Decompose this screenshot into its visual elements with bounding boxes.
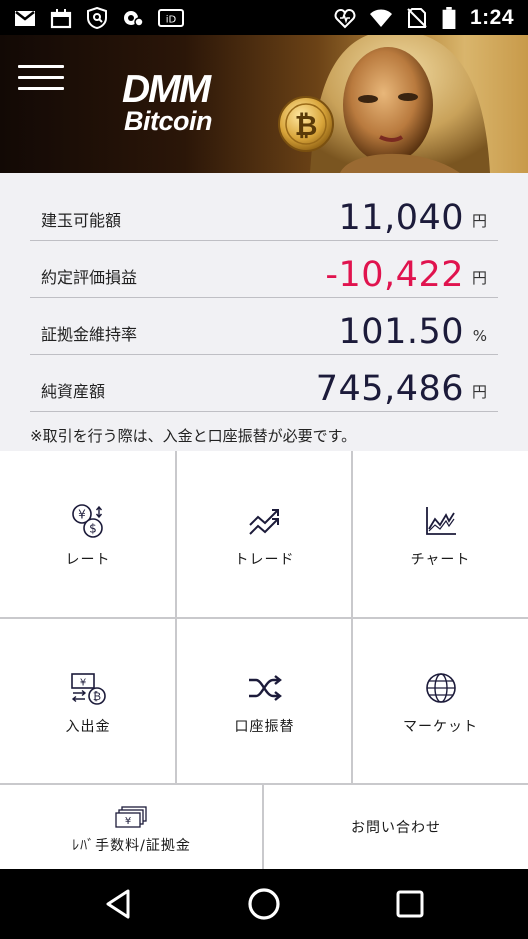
menu-account-transfer-button[interactable]: 口座振替 — [177, 619, 352, 784]
status-time: 1:24 — [469, 5, 514, 29]
android-nav-bar — [0, 869, 528, 939]
menu-chart-label: チャート — [410, 551, 471, 568]
logo-dmm-text: DMM — [122, 68, 211, 111]
row-label: 約定評価損益 — [41, 268, 138, 287]
svg-text:₿: ₿ — [93, 690, 101, 703]
menu-deposit-withdraw-button[interactable]: ¥ ₿ 入出金 — [0, 619, 176, 784]
row-label: 建玉可能額 — [41, 211, 122, 230]
summary-row-unrealized-pl: 約定評価損益 -10,422 円 — [30, 240, 498, 298]
menu-contact-label: お問い合わせ — [351, 820, 441, 836]
menu-trade-button[interactable]: トレード — [177, 451, 352, 618]
svg-text:iD: iD — [166, 14, 177, 25]
back-icon[interactable] — [100, 886, 136, 922]
wifi-icon — [369, 9, 392, 27]
currency-rate-icon: ¥ $ — [72, 503, 103, 538]
deposit-withdraw-icon: ¥ ₿ — [71, 672, 106, 705]
trading-notice: ※取引を行う際は、入金と口座振替が必要です。 — [30, 427, 357, 445]
recent-apps-icon[interactable] — [392, 886, 428, 922]
row-value: 745,486 — [315, 369, 464, 409]
menu-leverage-fee-label: ﾚﾊﾞ手数料/証拠金 — [72, 838, 191, 854]
menu-transfer-label: 口座振替 — [234, 718, 295, 735]
banknotes-icon: ¥ — [114, 806, 147, 828]
menu-chart-button[interactable]: チャート — [353, 451, 528, 618]
row-unit: 円 — [471, 383, 487, 401]
menu-contact-button[interactable]: お問い合わせ — [264, 785, 528, 869]
svg-text:¥: ¥ — [80, 677, 86, 688]
no-sim-icon — [407, 7, 427, 28]
heart-signal-icon — [334, 8, 356, 28]
globe-icon — [425, 672, 456, 703]
shuffle-transfer-icon — [248, 674, 282, 701]
dmm-bitcoin-logo: DMM Bitcoin — [122, 68, 213, 136]
svg-text:₿: ₿ — [295, 109, 318, 142]
home-icon[interactable] — [246, 886, 282, 922]
banner-model-photo: ₿ — [278, 35, 490, 173]
header-banner: DMM Bitcoin ₿ — [0, 35, 528, 173]
row-value: 11,040 — [338, 198, 464, 238]
menu-deposit-label: 入出金 — [65, 718, 111, 735]
row-label: 純資産額 — [41, 382, 106, 401]
menu-trade-label: トレード — [234, 551, 295, 568]
svg-text:¥: ¥ — [124, 816, 130, 827]
row-unit: 円 — [471, 212, 487, 230]
trade-trend-icon — [248, 508, 279, 535]
svg-text:$: $ — [89, 521, 97, 535]
logo-bitcoin-text: Bitcoin — [124, 106, 213, 136]
grid-divider — [0, 783, 528, 785]
row-label: 証拠金維持率 — [41, 325, 138, 344]
summary-row-margin-ratio: 証拠金維持率 101.50 % — [30, 297, 498, 355]
row-unit: % — [472, 327, 487, 345]
row-value: -10,422 — [325, 255, 464, 295]
summary-row-net-assets: 純資産額 745,486 円 — [30, 354, 498, 412]
summary-row-available-margin: 建玉可能額 11,040 円 — [30, 183, 498, 241]
svg-text:¥: ¥ — [78, 507, 86, 521]
row-value: 101.50 — [338, 312, 464, 352]
menu-leverage-fee-button[interactable]: ¥ ﾚﾊﾞ手数料/証拠金 — [0, 785, 263, 869]
calendar-icon — [50, 8, 72, 28]
vpn-shield-icon — [87, 6, 107, 29]
account-summary: 建玉可能額 11,040 円 約定評価損益 -10,422 円 証拠金維持率 1… — [0, 173, 528, 451]
id-icon: iD — [158, 8, 184, 27]
menu-rate-button[interactable]: ¥ $ レート — [0, 451, 176, 618]
menu-rate-label: レート — [65, 551, 111, 568]
row-unit: 円 — [471, 269, 487, 287]
gmail-icon — [15, 10, 35, 26]
settings-cog-icon — [124, 10, 144, 27]
grid-divider — [0, 617, 528, 619]
line-chart-icon — [425, 506, 456, 535]
grid-divider — [262, 785, 264, 869]
menu-market-button[interactable]: マーケット — [353, 619, 528, 784]
status-bar: iD 1:24 — [0, 0, 528, 35]
menu-market-label: マーケット — [403, 718, 478, 735]
hamburger-menu-icon[interactable] — [18, 65, 64, 91]
battery-icon — [442, 6, 456, 29]
